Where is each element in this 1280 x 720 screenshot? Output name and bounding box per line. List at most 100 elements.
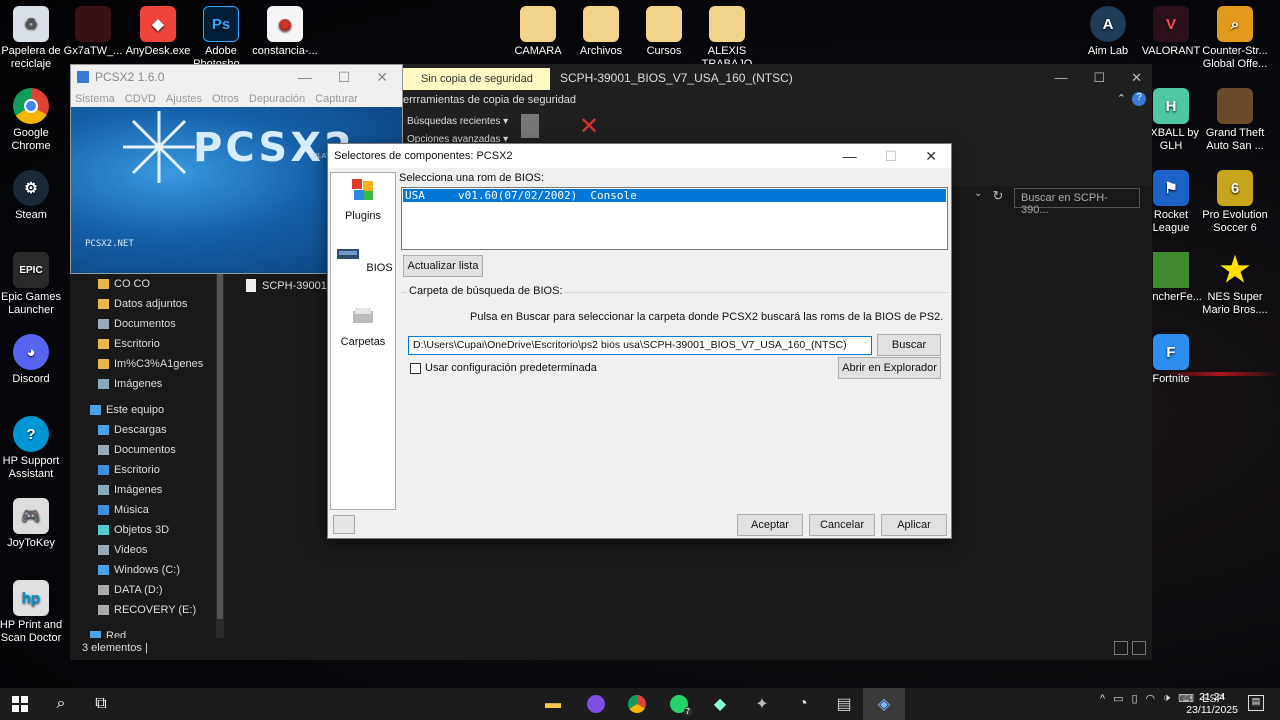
desktop-icon-joytokey[interactable]: 🎮 JoyToKey xyxy=(0,498,64,550)
menu-ajustes[interactable]: Ajustes xyxy=(166,93,202,105)
nav-item[interactable]: CO CO xyxy=(98,274,150,294)
browse-button[interactable]: Buscar xyxy=(877,334,941,356)
desktop-icon-constancia[interactable]: ◉ constancia-... xyxy=(252,6,318,58)
minimize-icon[interactable]: — xyxy=(1054,70,1067,86)
search-icon[interactable]: ⌕ xyxy=(48,692,74,716)
nav-item-this-pc[interactable]: Este equipo xyxy=(90,400,164,420)
battery-icon[interactable]: ▯ xyxy=(1131,692,1137,705)
nav-item[interactable]: Im%C3%A1genes xyxy=(98,354,203,374)
use-default-checkbox[interactable]: Usar configuración predeterminada xyxy=(410,362,597,374)
bios-folder-path-input[interactable]: D:\Users\Cupai\OneDrive\Escritorio\ps2 b… xyxy=(408,336,872,355)
desktop-icon-archivos[interactable]: Archivos xyxy=(568,6,634,58)
nav-item[interactable]: RECOVERY (E:) xyxy=(98,600,196,620)
nav-item[interactable]: Imágenes xyxy=(98,480,162,500)
maximize-icon[interactable]: ☐ xyxy=(338,69,351,86)
start-icon[interactable] xyxy=(7,692,33,716)
nav-scrollbar[interactable] xyxy=(216,274,224,644)
desktop-icon-steam[interactable]: ⚙ Steam xyxy=(0,170,64,222)
wifi-icon[interactable]: ◠ xyxy=(1146,692,1156,705)
nav-item[interactable]: Escritorio xyxy=(98,460,160,480)
cancel-button[interactable]: Cancelar xyxy=(809,514,875,536)
close-search-icon[interactable]: ✕ xyxy=(579,112,599,141)
task-view-icon[interactable]: ⧉ xyxy=(88,692,114,716)
file-explorer-icon[interactable]: ▬ xyxy=(540,692,566,716)
desktop-icon-hp-print[interactable]: hp HP Print and Scan Doctor xyxy=(0,580,64,645)
minimize-icon[interactable]: — xyxy=(298,69,312,86)
chevron-up-icon[interactable]: ^ xyxy=(1100,693,1105,705)
menu-sistema[interactable]: Sistema xyxy=(75,93,115,105)
desktop-icon-mario[interactable]: ★ NES Super Mario Bros.... xyxy=(1202,252,1268,317)
desktop-icon-anydesk[interactable]: ◆ AnyDesk.exe xyxy=(125,6,191,58)
bios-list-item-selected[interactable]: USA v01.60(07/02/2002) Console xyxy=(403,189,946,202)
close-icon[interactable]: ✕ xyxy=(376,69,388,86)
desktop-icon-pes[interactable]: 6 Pro Evolution Soccer 6 xyxy=(1202,170,1268,235)
desktop-icon-recycle-bin[interactable]: ♻ Papelera de reciclaje xyxy=(0,6,64,71)
pcsx2-icon[interactable]: ◈ xyxy=(871,692,897,716)
close-icon[interactable]: ✕ xyxy=(1131,70,1142,86)
bios-list[interactable]: USA v01.60(07/02/2002) Console xyxy=(401,187,948,250)
ribbon-backup-tools[interactable]: errramientas de copia de seguridad xyxy=(403,94,576,106)
nav-item[interactable]: Windows (C:) xyxy=(98,560,180,580)
chevron-down-icon[interactable]: ⌄ xyxy=(974,188,988,208)
whatsapp-icon[interactable]: 7 xyxy=(666,692,692,716)
menu-capturar[interactable]: Capturar xyxy=(315,93,358,105)
nav-item[interactable]: Descargas xyxy=(98,420,167,440)
app-icon[interactable]: ▤ xyxy=(831,692,857,716)
close-icon[interactable]: ✕ xyxy=(925,148,937,165)
menu-otros[interactable]: Otros xyxy=(212,93,239,105)
app-icon[interactable]: ◆ xyxy=(707,692,733,716)
app-icon[interactable]: ◔ xyxy=(790,692,816,716)
maximize-icon[interactable]: ☐ xyxy=(1093,70,1105,86)
volume-icon[interactable]: 🕩 xyxy=(1163,692,1170,705)
app-icon[interactable]: ✦ xyxy=(749,692,775,716)
nav-item[interactable]: Música xyxy=(98,500,149,520)
desktop-icon-alexis[interactable]: ALEXIS TRABAJO xyxy=(694,6,760,71)
network-icon[interactable]: ▭ xyxy=(1113,692,1123,705)
nav-item[interactable]: Documentos xyxy=(98,440,176,460)
desktop-icon-cursos[interactable]: Cursos xyxy=(631,6,697,58)
backup-tab[interactable]: Sin copia de seguridad xyxy=(403,68,550,90)
desktop-icon-hp-support[interactable]: ? HP Support Assistant xyxy=(0,416,64,481)
details-view-icon[interactable] xyxy=(1114,641,1128,655)
desktop-icon-photoshop[interactable]: PsAdobe Photosho... xyxy=(188,6,254,71)
side-item-carpetas[interactable]: Carpetas xyxy=(331,303,395,348)
nav-item[interactable]: Documentos xyxy=(98,314,176,334)
help-icon[interactable]: ? xyxy=(1132,92,1146,106)
nav-item[interactable]: Datos adjuntos xyxy=(98,294,187,314)
desktop-icon-gta[interactable]: Grand Theft Auto San ... xyxy=(1202,88,1268,153)
nav-item[interactable]: Escritorio xyxy=(98,334,160,354)
menu-cdvd[interactable]: CDVD xyxy=(125,93,156,105)
nav-item[interactable]: DATA (D:) xyxy=(98,580,162,600)
desktop-icon-gx7[interactable]: Gx7aTW_... xyxy=(60,6,126,58)
desktop-icon-discord[interactable]: ◕ Discord xyxy=(0,334,64,386)
apply-button[interactable]: Aplicar xyxy=(881,514,947,536)
side-item-bios[interactable]: BIOS xyxy=(331,241,395,274)
explorer-search-input[interactable]: Buscar en SCPH-390... xyxy=(1014,188,1140,216)
desktop-icon-aimlab[interactable]: A Aim Lab xyxy=(1075,6,1141,58)
side-item-plugins[interactable]: Plugins xyxy=(331,177,395,222)
menu-depuracion[interactable]: Depuración xyxy=(249,93,305,105)
refresh-icon[interactable]: ↻ xyxy=(988,188,1008,208)
desktop-icon-valorant[interactable]: V VALORANT xyxy=(1138,6,1204,58)
refresh-list-button[interactable]: Actualizar lista xyxy=(403,255,483,277)
desktop-icon-epic[interactable]: EPIC Epic Games Launcher xyxy=(0,252,64,317)
clock[interactable]: 21:24 23/11/2025 xyxy=(1186,691,1238,717)
chrome-icon[interactable] xyxy=(624,692,650,716)
notification-icon[interactable]: ▤ xyxy=(1248,695,1264,711)
nav-item[interactable]: Objetos 3D xyxy=(98,520,169,540)
browser-icon[interactable] xyxy=(583,692,609,716)
minimize-icon[interactable]: — xyxy=(843,148,857,165)
nav-item[interactable]: Imágenes xyxy=(98,374,162,394)
desktop-icon-csgo[interactable]: ⌕ Counter-Str... Global Offe... xyxy=(1202,6,1268,71)
scrollbar-thumb[interactable] xyxy=(217,274,223,619)
desktop-icon-chrome[interactable]: Google Chrome xyxy=(0,88,64,153)
desktop-icon-camara[interactable]: CAMARA xyxy=(505,6,571,58)
save-search-icon[interactable] xyxy=(521,114,539,138)
nav-item[interactable]: Videos xyxy=(98,540,147,560)
open-explorer-button[interactable]: Abrir en Explorador xyxy=(838,357,941,379)
checkbox-box[interactable] xyxy=(410,362,421,374)
tiles-view-icon[interactable] xyxy=(1132,641,1146,655)
recent-searches-button[interactable]: Búsquedas recientes ▾ xyxy=(407,116,508,127)
chevron-up-icon[interactable]: ⌃ xyxy=(1117,92,1126,105)
accept-button[interactable]: Aceptar xyxy=(737,514,803,536)
